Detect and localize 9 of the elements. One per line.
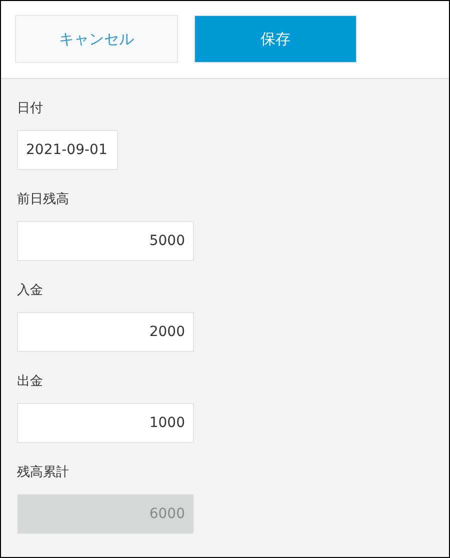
field-label: 入金 [17, 282, 44, 300]
field-label: 残高累計 [17, 464, 70, 482]
field-label: 出金 [17, 373, 44, 391]
field-label: 前日残高 [17, 191, 70, 209]
date-field[interactable]: 2021-09-01 [17, 130, 118, 170]
number-field[interactable]: 2000 [17, 312, 194, 352]
field-label: 日付 [17, 100, 44, 118]
number-field[interactable]: 1000 [17, 403, 194, 443]
number-field[interactable]: 5000 [17, 221, 194, 261]
